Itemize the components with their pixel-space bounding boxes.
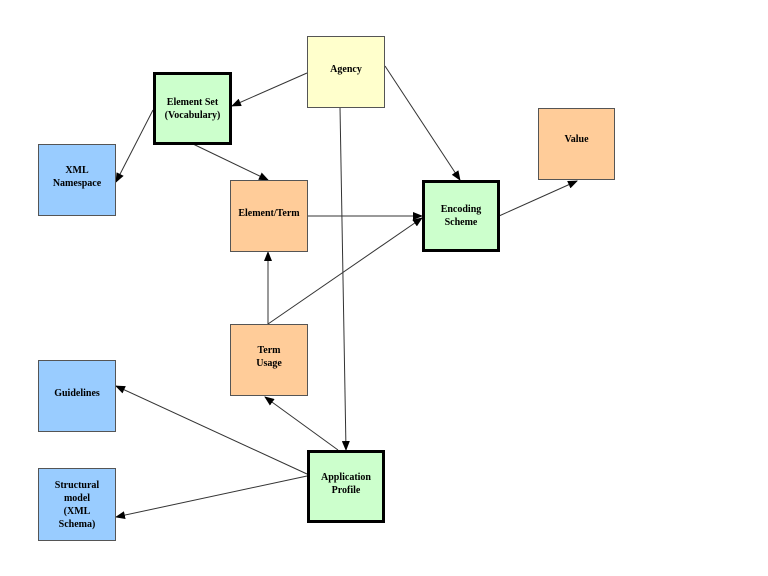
node-label: XML Namespace (52, 165, 102, 189)
node-label: Structural model (XML Schema) (54, 479, 100, 530)
node-label: Element Set (Vocabulary) (164, 96, 221, 121)
edge-application-profile-guidelines (115, 385, 308, 475)
node-label: Encoding Scheme (440, 204, 482, 228)
edge-application-profile-term-usage (264, 396, 339, 451)
node-label: Guidelines (54, 387, 100, 399)
node-label: Element/Term (238, 207, 300, 219)
node-application-profile: Application Profile (307, 450, 385, 523)
node-label: Value (564, 134, 589, 145)
node-label: Agency (330, 63, 362, 75)
node-xml-namespace: XML Namespace (38, 144, 116, 216)
node-label: Term Usage (256, 345, 282, 369)
edge-element-set-xml-namespace (115, 109, 154, 183)
node-encoding-scheme: Encoding Scheme (422, 180, 500, 252)
node-element-set: Element Set (Vocabulary) (153, 72, 232, 145)
node-value: Value (538, 108, 615, 180)
edge-encoding-scheme-value (498, 180, 578, 217)
node-structural-model: Structural model (XML Schema) (38, 468, 116, 541)
edge-agency-application-profile (339, 106, 350, 451)
node-element-term: Element/Term (230, 180, 308, 252)
node-agency: Agency (307, 36, 385, 108)
edge-agency-encoding-scheme (384, 65, 461, 181)
edge-agency-element-set (231, 72, 308, 107)
node-label: Application Profile (320, 471, 371, 496)
edge-application-profile-structural-model (115, 475, 308, 520)
edge-element-set-element-term (192, 143, 269, 181)
node-term-usage: Term Usage (230, 324, 308, 396)
node-guidelines: Guidelines (38, 360, 116, 432)
